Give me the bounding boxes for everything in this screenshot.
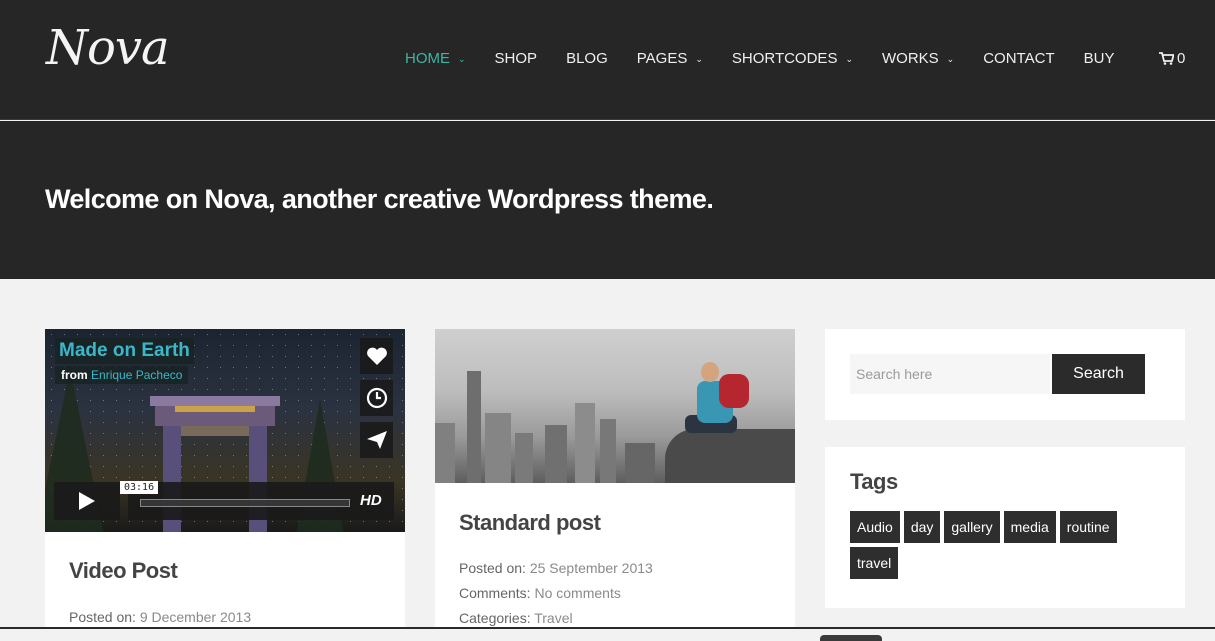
- like-button[interactable]: [360, 338, 393, 374]
- hero-title: Welcome on Nova, another creative Wordpr…: [45, 184, 714, 214]
- search-widget: Search: [825, 329, 1185, 420]
- send-icon: [366, 431, 387, 449]
- search-input[interactable]: [850, 354, 1050, 394]
- main-nav: HOME ⌄ SHOP BLOG PAGES ⌄ SHORTCODES ⌄ WO…: [405, 50, 1143, 67]
- meta-label: Comments:: [459, 585, 531, 601]
- tag-travel[interactable]: travel: [850, 547, 899, 579]
- building-shape: [485, 413, 511, 483]
- nav-item-label: SHOP: [494, 50, 538, 67]
- heart-icon: [366, 347, 387, 365]
- tag-gallery[interactable]: gallery: [944, 511, 1000, 543]
- cart-count: 0: [1177, 50, 1186, 67]
- meta-label: Categories:: [459, 610, 531, 626]
- search-button[interactable]: Search: [1052, 354, 1145, 394]
- category-link[interactable]: Travel: [534, 610, 572, 626]
- post-date: Posted on: 9 December 2013: [69, 609, 251, 625]
- hd-toggle[interactable]: HD: [360, 492, 382, 509]
- person-shape: [701, 362, 719, 382]
- nav-item-home[interactable]: HOME ⌄: [405, 50, 466, 67]
- bottom-tab-handle[interactable]: [820, 635, 882, 641]
- nav-item-blog[interactable]: BLOG: [566, 50, 608, 67]
- share-button[interactable]: [360, 422, 393, 458]
- video-byline: from Enrique Pacheco: [55, 366, 189, 384]
- nav-item-label: WORKS: [882, 50, 939, 67]
- nav-item-shortcodes[interactable]: SHORTCODES ⌄: [732, 50, 853, 67]
- tag-media[interactable]: media: [1003, 511, 1056, 543]
- building-shape: [600, 419, 616, 483]
- building-shape: [467, 371, 481, 483]
- meta-value[interactable]: No comments: [534, 585, 620, 601]
- clock-icon: [366, 387, 387, 409]
- meta-value: 9 December 2013: [139, 609, 252, 625]
- building-shape: [575, 403, 595, 483]
- tags-widget: Tags Audio day gallery media routine tra…: [825, 447, 1185, 608]
- video-from-label: from: [61, 368, 88, 382]
- tag-routine[interactable]: routine: [1059, 511, 1117, 543]
- video-progress-bar: HD: [128, 482, 394, 520]
- post-image[interactable]: [435, 329, 795, 483]
- chevron-down-icon: ⌄: [845, 54, 853, 64]
- nav-item-label: PAGES: [636, 50, 688, 67]
- cart-icon: [1159, 52, 1174, 65]
- site-logo[interactable]: Nova: [46, 24, 170, 72]
- video-scrubber[interactable]: [140, 499, 350, 507]
- play-icon: [79, 492, 95, 510]
- nav-item-buy[interactable]: BUY: [1084, 50, 1115, 67]
- watch-later-button[interactable]: [360, 380, 393, 416]
- nav-item-label: SHORTCODES: [731, 50, 838, 67]
- building-shape: [435, 423, 455, 483]
- video-title[interactable]: Made on Earth: [55, 338, 194, 364]
- nav-item-label: BLOG: [566, 50, 608, 67]
- post-date: Posted on: 25 September 2013: [459, 560, 653, 576]
- play-button[interactable]: [54, 482, 120, 520]
- meta-value: 25 September 2013: [529, 560, 653, 576]
- bottom-bar: [0, 627, 1215, 641]
- building-shape: [625, 443, 655, 483]
- tag-cloud: Audio day gallery media routine travel: [850, 511, 1150, 583]
- chevron-down-icon: ⌄: [458, 54, 466, 64]
- building-shape: [515, 433, 533, 483]
- nav-item-label: BUY: [1083, 50, 1115, 67]
- widget-title: Tags: [850, 469, 898, 494]
- hero-banner: Welcome on Nova, another creative Wordpr…: [0, 121, 1215, 279]
- nav-item-shop[interactable]: SHOP: [495, 50, 538, 67]
- post-title[interactable]: Standard post: [459, 510, 601, 536]
- building-shape: [545, 425, 567, 483]
- video-author-link[interactable]: Enrique Pacheco: [91, 368, 182, 382]
- nav-item-label: HOME: [405, 50, 450, 67]
- meta-label: Posted on:: [69, 609, 136, 625]
- post-comments: Comments: No comments: [459, 585, 621, 601]
- post-categories: Categories: Travel: [459, 610, 573, 626]
- nav-item-label: CONTACT: [983, 50, 1055, 67]
- video-controls: HD: [54, 482, 394, 520]
- cart-button[interactable]: 0: [1159, 50, 1185, 67]
- nav-item-pages[interactable]: PAGES ⌄: [637, 50, 703, 67]
- tag-day[interactable]: day: [903, 511, 941, 543]
- rock-shape: [665, 429, 795, 483]
- tag-audio[interactable]: Audio: [850, 511, 900, 543]
- post-card: Made on Earth from Enrique Pacheco HD 03…: [45, 329, 405, 641]
- chevron-down-icon: ⌄: [695, 54, 703, 64]
- meta-label: Posted on:: [459, 560, 526, 576]
- video-player[interactable]: Made on Earth from Enrique Pacheco HD 03…: [45, 329, 405, 532]
- site-header: Nova HOME ⌄ SHOP BLOG PAGES ⌄ SHORTCODES…: [0, 0, 1215, 120]
- nav-item-contact[interactable]: CONTACT: [983, 50, 1054, 67]
- post-card: Standard post Posted on: 25 September 20…: [435, 329, 795, 641]
- chevron-down-icon: ⌄: [946, 54, 955, 64]
- backpack-shape: [719, 374, 749, 408]
- video-time-tooltip: 03:16: [120, 481, 159, 494]
- nav-item-works[interactable]: WORKS ⌄: [882, 50, 954, 67]
- post-title[interactable]: Video Post: [69, 558, 178, 584]
